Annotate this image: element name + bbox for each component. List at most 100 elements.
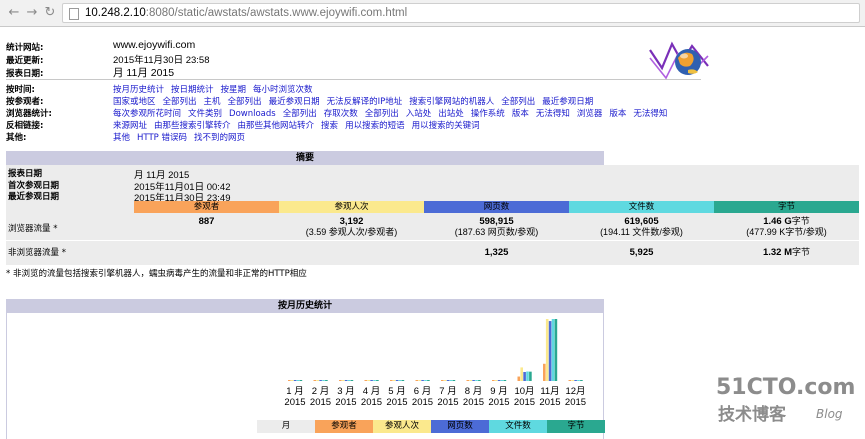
link-visit-duration[interactable]: 每次参观所花时间 [113,109,181,119]
month-label: 3 月 [337,386,354,397]
link-downloads[interactable]: Downloads [229,109,276,119]
month-label: 8 月 [465,386,482,397]
month-label: 9 月 [490,386,507,397]
year-label: 2015 [335,397,356,408]
year-label: 2015 [412,397,433,408]
bar-参观者-6 [415,380,419,381]
link-os[interactable]: 操作系统 [471,109,505,119]
link-search-engines[interactable]: 由那些搜索引擎转介 [154,121,231,131]
bar-文件数-10 [526,371,529,381]
link-unknown[interactable]: 无法得知 [536,109,570,119]
bar-网页数-12 [574,380,577,381]
bar-文件数-7 [449,380,453,381]
bar-字节-7 [452,380,456,381]
link-browsers[interactable]: 浏览器 [577,109,603,119]
link-hourly[interactable]: 每小时浏览次数 [253,85,313,95]
site-label: 统计网站: [6,43,44,53]
link-weekday[interactable]: 按星期 [221,85,247,95]
bar-字节-8 [478,380,481,381]
viewed-visits: 3,192 (3.59 参观人次/参观者) [305,216,398,237]
month-label: 2 月 [312,386,329,397]
link-list-all[interactable]: 全部列出 [163,97,197,107]
link-list-all[interactable]: 全部列出 [365,109,399,119]
month-label: 7 月 [439,386,456,397]
history-col-visitors: 参观者 [315,420,373,433]
link-file-types[interactable]: 文件类别 [188,109,222,119]
url-text[interactable]: 10.248.2.10:8080/static/awstats/awstats.… [85,7,407,19]
month-label: 1 月 [286,386,303,397]
link-last-visit[interactable]: 最近参观日期 [542,97,593,107]
page-icon [69,8,79,20]
month-label: 5 月 [388,386,405,397]
bar-参观者-12 [568,380,572,381]
bar-参观人次-12 [571,380,574,381]
site-value: www.ejoywifi.com [113,39,196,51]
bar-文件数-5 [398,380,402,381]
link-exit[interactable]: 出站处 [438,109,464,119]
month-label: 11月 [540,386,559,397]
col-pages: 网页数 [424,201,569,213]
link-list-all[interactable]: 全部列出 [228,97,262,107]
link-hosts[interactable]: 主机 [204,97,221,107]
reload-icon[interactable]: ↻ [42,5,58,21]
bar-字节-1 [299,380,303,381]
link-daily[interactable]: 按日期统计 [171,85,214,95]
link-keywords[interactable]: 用以搜索的关键词 [412,121,480,131]
link-unresolved-ip[interactable]: 无法反解译的IP地址 [327,97,403,107]
col-bandwidth: 字节 [714,201,859,213]
nav-time-label: 按时间: [6,85,35,95]
nav-visitors-label: 按参观者: [6,97,44,107]
updated-label: 最近更新: [6,56,44,66]
link-entry[interactable]: 入站处 [406,109,432,119]
link-viewed[interactable]: 存取次数 [324,109,358,119]
bar-参观人次-1 [290,380,294,381]
bar-参观人次-11 [545,319,549,381]
history-col-visits: 参观人次 [373,420,431,433]
bar-网页数-11 [548,321,552,381]
bar-参观者-9 [492,380,495,381]
nav-browse-links: 每次参观所花时间 文件类别 Downloads 全部列出 存取次数 全部列出 入站处 出站处操… [113,107,674,119]
link-origin[interactable]: 来源网址 [113,121,147,131]
bar-参观者-3 [339,380,342,381]
bar-网页数-7 [446,380,450,381]
forward-icon[interactable]: → [24,5,40,21]
year-label: 2015 [488,397,509,408]
bar-网页数-1 [293,380,297,381]
bar-字节-9 [503,380,507,381]
nav-others-label: 其他: [6,133,27,143]
link-monthly-history[interactable]: 按月历史统计 [113,85,164,95]
back-icon[interactable]: ← [6,5,22,21]
viewed-pages: 598,915 (187.63 网页数/参观) [454,216,539,237]
watermark-line3: Blog [816,407,843,421]
watermark-line1: 51CTO.com [716,375,855,400]
nav-visitors-links: 国家或地区 全部列出 主机 全部列出 最近参观日期 无法反解译的IP地址 搜索引擎网站的机器… [113,95,600,107]
link-unknown[interactable]: 无法得知 [633,109,667,119]
nav-browse-label: 浏览器统计: [6,109,52,119]
link-search[interactable]: 搜索 [321,121,338,131]
bar-字节-4 [376,380,379,381]
report-value: 月 11月 2015 [113,67,175,79]
nav-others-links: 其他 HTTP 错误码 找不到的网页 [113,131,252,143]
viewed-traffic-label: 浏览器流量 * [8,224,58,234]
address-bar[interactable]: 10.248.2.10:8080/static/awstats/awstats.… [62,3,860,23]
link-phrases[interactable]: 用以搜索的短语 [345,121,405,131]
notviewed-bandwidth: 1.32 M字节 [762,247,811,258]
bar-文件数-8 [475,380,478,381]
link-version[interactable]: 版本 [512,109,529,119]
link-list-all[interactable]: 全部列出 [283,109,317,119]
link-version[interactable]: 版本 [609,109,626,119]
link-misc[interactable]: 其他 [113,133,130,143]
year-label: 2015 [310,397,331,408]
link-other-sites[interactable]: 由那些其他网站转介 [238,121,315,131]
link-list-all[interactable]: 全部列出 [501,97,535,107]
link-robots[interactable]: 搜索引擎网站的机器人 [409,97,494,107]
history-col-bandwidth: 字节 [547,420,605,433]
link-countries[interactable]: 国家或地区 [113,97,156,107]
viewed-bandwidth: 1.46 G字节 (477.99 K字节/参观) [746,216,827,237]
link-http-errors[interactable]: HTTP 错误码 [137,133,187,143]
divider [6,79,701,80]
link-not-found[interactable]: 找不到的网页 [194,133,245,143]
history-header: 按月历史统计 [6,299,604,313]
bar-参观人次-4 [367,380,370,381]
link-last-visit[interactable]: 最近参观日期 [269,97,320,107]
